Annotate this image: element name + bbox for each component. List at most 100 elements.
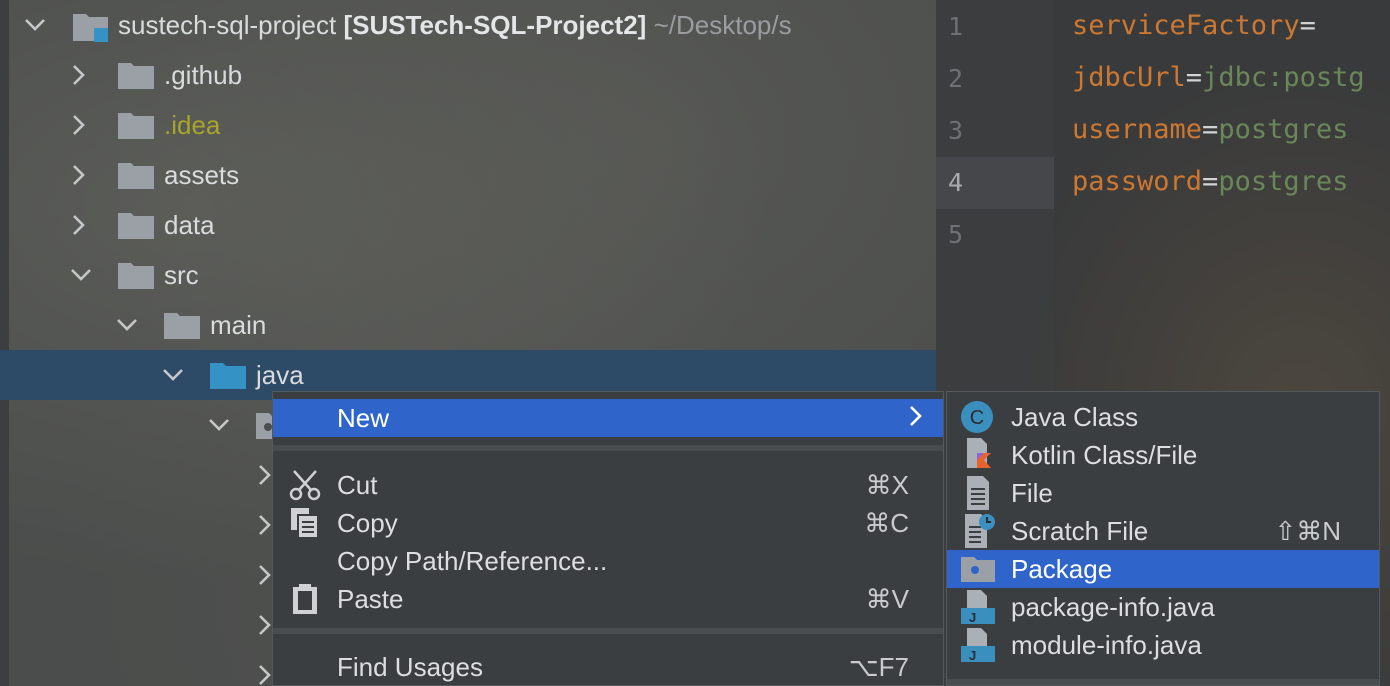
tree-row-github[interactable]: .github — [0, 50, 936, 100]
submenu-item-label: package-info.java — [1011, 591, 1215, 622]
submenu-item-label: File — [1011, 477, 1053, 508]
module-folder-icon — [72, 10, 108, 42]
menu-item-new[interactable]: New — [273, 399, 943, 437]
project-module-name: [SUSTech-SQL-Project2] — [343, 9, 647, 40]
tree-item-label: .github — [164, 59, 243, 90]
property-key: jdbcUrl — [1072, 62, 1186, 93]
tree-item-label: assets — [164, 159, 240, 190]
chevron-right-icon[interactable] — [66, 112, 92, 138]
submenu-item-label: Package — [1011, 553, 1113, 584]
tree-row-assets[interactable]: assets — [0, 150, 936, 200]
property-key: password — [1072, 166, 1203, 197]
submenu-item-label: Kotlin Class/File — [1011, 439, 1198, 470]
java-file-icon: J — [959, 627, 997, 663]
menu-item-cut[interactable]: Cut ⌘X — [273, 466, 943, 504]
line-number: 2 — [948, 64, 964, 93]
menu-item-label: Find Usages — [337, 651, 483, 682]
chevron-down-icon[interactable] — [22, 12, 48, 38]
shortcut: ⌘C — [864, 507, 909, 538]
code-line-2[interactable]: jdbcUrl=jdbc:postg — [1072, 62, 1365, 93]
property-key: serviceFactory — [1072, 10, 1300, 41]
menu-item-label: Copy — [337, 507, 398, 538]
tree-row-data[interactable]: data — [0, 200, 936, 250]
line-number: 1 — [948, 12, 964, 41]
shortcut: ⌘X — [865, 469, 909, 500]
shortcut: ⇧⌘N — [1274, 515, 1341, 546]
ide-window: sustech-sql-project [SUSTech-SQL-Project… — [0, 0, 1390, 686]
menu-item-label: Copy Path/Reference... — [337, 545, 608, 576]
submenu-item-label: Java Class — [1011, 401, 1139, 432]
tree-item-label: .idea — [164, 109, 221, 140]
package-icon — [959, 551, 997, 587]
submenu-item-scratch-file[interactable]: Scratch File ⇧⌘N — [947, 512, 1379, 550]
submenu-item-kotlin[interactable]: Kotlin Class/File — [947, 436, 1379, 474]
submenu-item-file[interactable]: File — [947, 474, 1379, 512]
copy-icon — [287, 505, 323, 541]
chevron-right-icon[interactable] — [66, 162, 92, 188]
java-letter: J — [969, 648, 976, 663]
menu-separator — [273, 628, 943, 634]
submenu-item-package-info[interactable]: J package-info.java — [947, 588, 1379, 626]
java-letter: J — [969, 610, 976, 625]
folder-icon — [118, 161, 154, 189]
equals-sign: = — [1185, 62, 1203, 93]
menu-separator — [273, 445, 943, 451]
chevron-down-icon[interactable] — [68, 262, 94, 288]
line-number-current: 4 — [948, 168, 964, 197]
context-menu: New Cut ⌘X Copy ⌘C Copy Path/Reference..… — [272, 391, 944, 686]
menu-item-copy-path[interactable]: Copy Path/Reference... — [273, 542, 943, 580]
code-line-1[interactable]: serviceFactory= — [1072, 10, 1316, 41]
folder-icon — [118, 111, 154, 139]
property-value: jdbc:postg — [1202, 62, 1365, 93]
chevron-down-icon[interactable] — [160, 362, 186, 388]
equals-sign: = — [1299, 10, 1316, 41]
chevron-down-icon[interactable] — [206, 412, 232, 438]
new-submenu: C Java Class Kotlin Class/File File Scra… — [946, 391, 1380, 686]
tree-row-main[interactable]: main — [0, 300, 936, 350]
project-name: sustech-sql-project — [118, 9, 337, 40]
menu-item-label: New — [337, 402, 390, 433]
kotlin-file-icon — [959, 437, 997, 473]
source-folder-icon — [210, 361, 246, 389]
code-line-4[interactable]: password=postgres — [1072, 166, 1348, 197]
java-file-icon: J — [959, 589, 997, 625]
line-number: 5 — [948, 220, 964, 249]
java-class-letter: C — [970, 407, 984, 429]
menu-item-find-usages[interactable]: Find Usages ⌥F7 — [273, 648, 943, 686]
property-value: postgres — [1218, 114, 1349, 145]
tree-item-label: data — [164, 209, 215, 240]
shortcut: ⌘V — [865, 583, 909, 614]
folder-icon — [118, 61, 154, 89]
java-class-icon: C — [959, 399, 997, 435]
folder-icon — [164, 311, 200, 339]
project-path: ~/Desktop/s — [653, 9, 792, 40]
line-number: 3 — [948, 116, 964, 145]
menu-item-copy[interactable]: Copy ⌘C — [273, 504, 943, 542]
submenu-item-package[interactable]: Package — [947, 550, 1379, 588]
menu-item-label: Paste — [337, 583, 404, 614]
submenu-item-java-class[interactable]: C Java Class — [947, 398, 1379, 436]
tree-item-label: src — [164, 259, 199, 290]
menu-item-paste[interactable]: Paste ⌘V — [273, 580, 943, 618]
tree-row-project-root[interactable]: sustech-sql-project [SUSTech-SQL-Project… — [0, 0, 936, 50]
tree-item-label: main — [210, 309, 267, 340]
chevron-right-icon[interactable] — [66, 212, 92, 238]
tree-item-label: java — [256, 359, 304, 390]
property-value: postgres — [1218, 166, 1349, 197]
folder-icon — [118, 211, 154, 239]
folder-icon — [118, 261, 154, 289]
file-icon — [959, 475, 997, 511]
menu-separator — [947, 679, 1379, 685]
equals-sign: = — [1202, 114, 1219, 145]
chevron-down-icon[interactable] — [114, 312, 140, 338]
equals-sign: = — [1202, 166, 1219, 197]
code-line-3[interactable]: username=postgres — [1072, 114, 1348, 145]
submenu-item-label: Scratch File — [1011, 515, 1149, 546]
property-key: username — [1072, 114, 1203, 145]
clipboard-icon — [287, 581, 323, 617]
chevron-right-icon[interactable] — [66, 62, 92, 88]
tree-row-idea[interactable]: .idea — [0, 100, 936, 150]
shortcut: ⌥F7 — [848, 651, 909, 682]
submenu-item-module-info[interactable]: J module-info.java — [947, 626, 1379, 664]
tree-row-src[interactable]: src — [0, 250, 936, 300]
